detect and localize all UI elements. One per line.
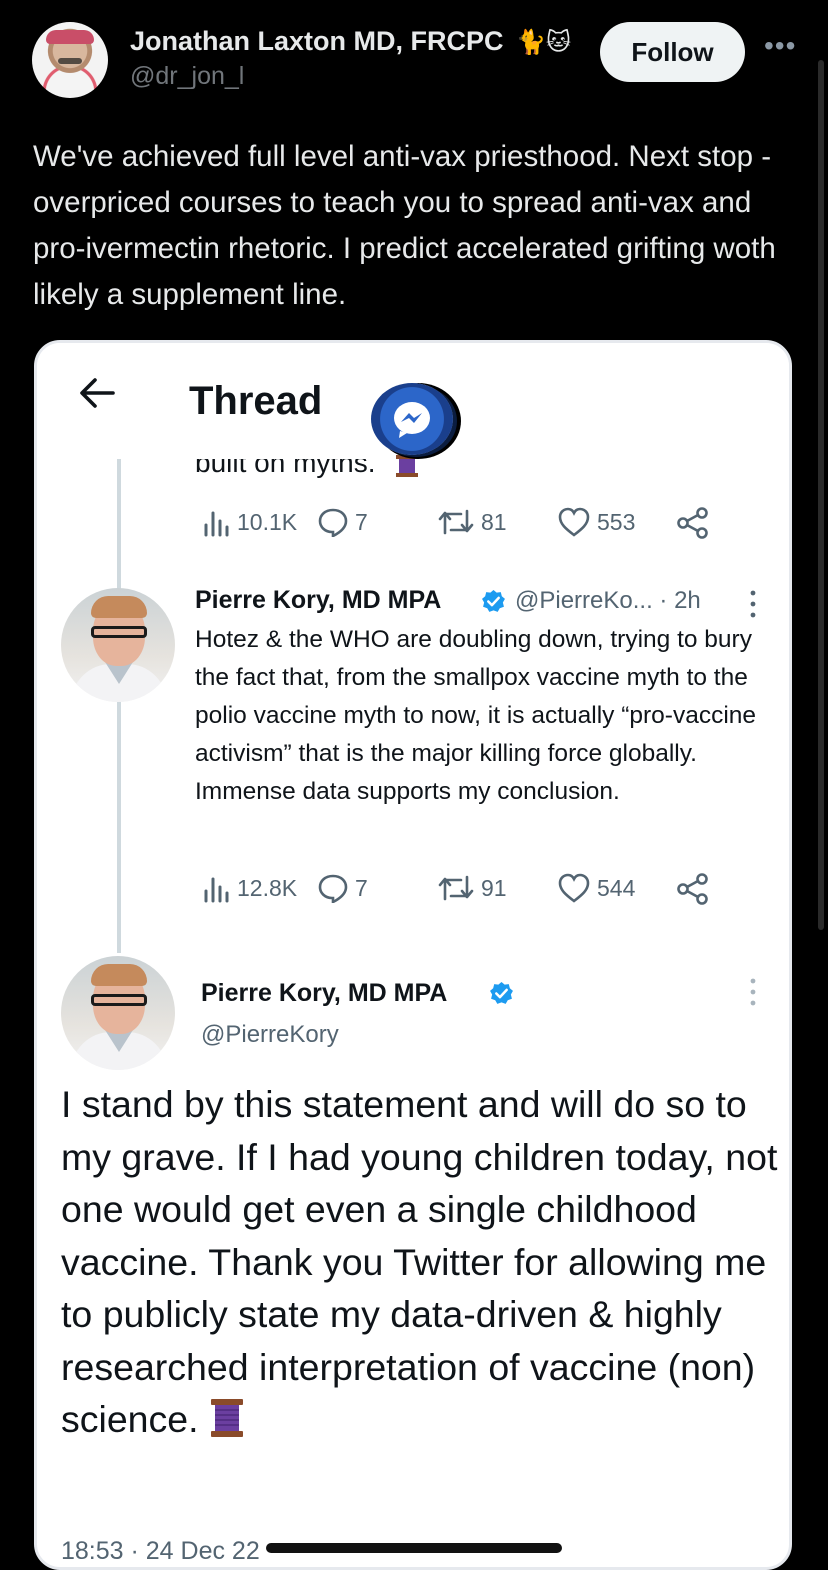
heart-icon <box>558 873 590 903</box>
reply-avatar[interactable] <box>61 588 175 702</box>
reply-icon <box>318 508 348 537</box>
author-emoji: 🐈🐱 <box>516 29 571 56</box>
reply-count: 7 <box>355 874 368 901</box>
views-stat[interactable]: 12.8K <box>201 873 297 903</box>
share-icon[interactable] <box>677 507 709 539</box>
like-stat[interactable]: 553 <box>557 507 635 537</box>
heart-icon <box>558 507 590 537</box>
messenger-bubble-icon <box>371 383 453 455</box>
reply-stat[interactable]: 7 <box>317 873 368 903</box>
retweet-stat[interactable]: 91 <box>437 873 507 903</box>
tweet-text: We've achieved full level anti-vax pries… <box>33 140 776 311</box>
spool-icon <box>396 455 418 477</box>
retweet-icon <box>438 509 474 535</box>
reply-handle-time: @PierreKo... · 2h <box>515 587 701 614</box>
author-handle[interactable]: @dr_jon_l <box>130 62 244 91</box>
reply-stat[interactable]: 7 <box>317 507 368 537</box>
views-count: 10.1K <box>237 508 298 535</box>
retweet-stat[interactable]: 81 <box>437 507 507 537</box>
views-stat[interactable]: 10.1K <box>201 507 297 537</box>
retweet-count: 81 <box>481 508 507 535</box>
reply-author-name[interactable]: Pierre Kory, MD MPA <box>195 586 441 615</box>
back-arrow-icon <box>80 378 115 408</box>
spool-icon <box>211 1399 243 1437</box>
like-count: 544 <box>597 874 636 901</box>
stats-row-2: 12.8K 7 91 544 <box>37 873 789 909</box>
retweet-icon <box>438 875 474 901</box>
thread-title: Thread <box>189 379 323 423</box>
home-indicator[interactable] <box>266 1543 562 1553</box>
reply-text: Hotez & the WHO are doubling down, tryin… <box>195 626 757 805</box>
stats-row-1: 10.1K 7 81 553 <box>37 503 789 539</box>
views-count: 12.8K <box>237 874 298 901</box>
author-avatar[interactable] <box>32 22 108 98</box>
more-options-icon[interactable] <box>749 589 757 619</box>
share-icon[interactable] <box>677 873 709 905</box>
main-author-handle[interactable]: @PierreKory <box>201 1021 339 1049</box>
follow-button[interactable]: Follow <box>600 22 745 82</box>
scrollbar[interactable] <box>818 60 824 930</box>
like-stat[interactable]: 544 <box>557 873 635 903</box>
views-icon <box>204 877 229 903</box>
reply-icon <box>318 874 348 903</box>
verified-badge-icon <box>490 982 513 1004</box>
author-name[interactable]: Jonathan Laxton MD, FRCPC <box>130 26 504 57</box>
like-count: 553 <box>597 508 636 535</box>
views-icon <box>204 511 229 537</box>
embedded-screenshot[interactable]: Thread built on myths. 10.1K 7 81 553 Pi… <box>34 340 792 1570</box>
main-avatar[interactable] <box>61 956 175 1070</box>
more-options-icon[interactable] <box>749 977 757 1007</box>
main-tweet-body: I stand by this statement and will do so… <box>61 1083 778 1440</box>
reply-count: 7 <box>355 508 368 535</box>
main-author-name[interactable]: Pierre Kory, MD MPA <box>201 979 447 1008</box>
ellipsis-icon[interactable]: ••• <box>764 30 796 62</box>
main-tweet-text: I stand by this statement and will do so… <box>61 1078 781 1446</box>
tweet-timestamp: 18:53 · 24 Dec 22 <box>61 1537 260 1565</box>
retweet-count: 91 <box>481 874 507 901</box>
verified-badge-icon <box>482 590 505 612</box>
